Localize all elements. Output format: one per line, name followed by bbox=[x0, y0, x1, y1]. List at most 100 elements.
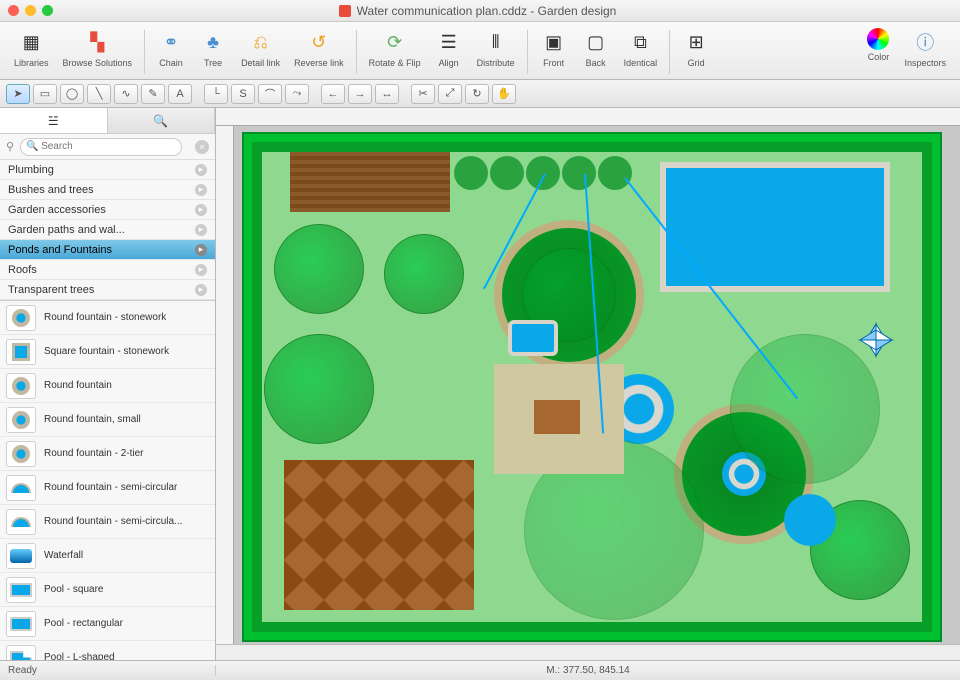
shape-preview-icon bbox=[6, 407, 36, 433]
eyedropper-tool[interactable]: ⤢ bbox=[438, 84, 462, 104]
arrow-both-tool[interactable]: ↔ bbox=[375, 84, 399, 104]
tree[interactable] bbox=[384, 234, 464, 314]
smart-connector[interactable]: ⤳ bbox=[285, 84, 309, 104]
shape-label: Round fountain - 2-tier bbox=[44, 448, 144, 459]
search-tab[interactable]: 🔍 bbox=[108, 108, 216, 133]
arrow-left-tool[interactable]: ← bbox=[321, 84, 345, 104]
shape-item[interactable]: Round fountain bbox=[0, 369, 215, 403]
minimize-button[interactable] bbox=[25, 5, 36, 16]
expand-icon: ▸ bbox=[195, 224, 207, 236]
category-label: Ponds and Fountains bbox=[8, 244, 112, 256]
shape-item[interactable]: Round fountain - semi-circular bbox=[0, 471, 215, 505]
libraries-button[interactable]: ▦ Libraries bbox=[8, 26, 55, 70]
canvas[interactable] bbox=[234, 126, 960, 644]
shape-label: Square fountain - stonework bbox=[44, 346, 169, 357]
shape-item[interactable]: Round fountain - semi-circula... bbox=[0, 505, 215, 539]
tree[interactable] bbox=[264, 334, 374, 444]
shape-label: Pool - rectangular bbox=[44, 618, 123, 629]
wooden-deck[interactable] bbox=[290, 152, 450, 212]
browse-solutions-button[interactable]: ▚ Browse Solutions bbox=[57, 26, 139, 70]
title-text: Water communication plan.cddz - Garden d… bbox=[357, 4, 617, 18]
identical-button[interactable]: ⧉ Identical bbox=[618, 26, 664, 70]
category-label: Transparent trees bbox=[8, 284, 94, 296]
shape-item[interactable]: Round fountain - 2-tier bbox=[0, 437, 215, 471]
category-item[interactable]: Garden paths and wal...▸ bbox=[0, 220, 215, 240]
zoom-button[interactable] bbox=[42, 5, 53, 16]
shape-item[interactable]: Round fountain, small bbox=[0, 403, 215, 437]
clear-search-button[interactable]: × bbox=[195, 140, 209, 154]
vertical-ruler[interactable] bbox=[216, 126, 234, 644]
separator bbox=[669, 30, 670, 74]
outdoor-table[interactable] bbox=[534, 400, 580, 434]
curve-tool[interactable]: ∿ bbox=[114, 84, 138, 104]
crop-tool[interactable]: ✂ bbox=[411, 84, 435, 104]
category-item[interactable]: Ponds and Fountains▸ bbox=[0, 240, 215, 260]
category-item[interactable]: Transparent trees ▸ bbox=[0, 280, 215, 300]
align-button[interactable]: ☰ Align bbox=[429, 26, 469, 70]
rotate-icon: ⟳ bbox=[381, 28, 409, 56]
library-panel: ☱ 🔍 ⚲ 🔍 × Plumbing▸Bushes and trees▸Gard… bbox=[0, 108, 216, 660]
search-row: ⚲ 🔍 × bbox=[0, 134, 215, 160]
patio[interactable] bbox=[494, 364, 624, 474]
front-button[interactable]: ▣ Front bbox=[534, 26, 574, 70]
category-label: Bushes and trees bbox=[8, 184, 94, 196]
search-icon: 🔍 bbox=[26, 141, 38, 152]
freehand-tool[interactable]: ✎ bbox=[141, 84, 165, 104]
rotate-tool[interactable]: ↻ bbox=[465, 84, 489, 104]
inspectors-button[interactable]: ⓘ Inspectors bbox=[898, 26, 952, 70]
color-button[interactable]: Color bbox=[860, 26, 896, 64]
arrow-right-tool[interactable]: → bbox=[348, 84, 372, 104]
drawing-toolbar: ➤ ▭ ◯ ╲ ∿ ✎ A └ S ⌒ ⤳ ← → ↔ ✂ ⤢ ↻ ✋ bbox=[0, 80, 960, 108]
connector-tool[interactable]: └ bbox=[204, 84, 228, 104]
tree[interactable] bbox=[274, 224, 364, 314]
back-button[interactable]: ▢ Back bbox=[576, 26, 616, 70]
expand-icon: ▸ bbox=[195, 284, 207, 296]
main-toolbar: ▦ Libraries ▚ Browse Solutions ⚭ Chain ♣… bbox=[0, 22, 960, 80]
distribute-icon: ⫴ bbox=[482, 28, 510, 56]
category-item[interactable]: Plumbing▸ bbox=[0, 160, 215, 180]
tree-button[interactable]: ♣ Tree bbox=[193, 26, 233, 70]
line-tool[interactable]: ╲ bbox=[87, 84, 111, 104]
pond[interactable] bbox=[780, 490, 840, 550]
grid-button[interactable]: ⊞ Grid bbox=[676, 26, 716, 70]
house-roof[interactable] bbox=[284, 460, 474, 610]
category-item[interactable]: Roofs▸ bbox=[0, 260, 215, 280]
arc-tool[interactable]: ⌒ bbox=[258, 84, 282, 104]
garden-plan[interactable] bbox=[242, 132, 942, 642]
horizontal-scrollbar[interactable] bbox=[216, 644, 960, 660]
close-button[interactable] bbox=[8, 5, 19, 16]
shape-label: Round fountain bbox=[44, 380, 112, 391]
spline-tool[interactable]: S bbox=[231, 84, 255, 104]
umbrella[interactable] bbox=[856, 320, 896, 360]
shape-preview-icon bbox=[6, 543, 36, 569]
search-input[interactable] bbox=[20, 138, 182, 156]
shape-item[interactable]: Pool - square bbox=[0, 573, 215, 607]
swimming-pool[interactable] bbox=[660, 162, 890, 292]
hand-tool[interactable]: ✋ bbox=[492, 84, 516, 104]
distribute-button[interactable]: ⫴ Distribute bbox=[471, 26, 521, 70]
shape-label: Pool - L-shaped bbox=[44, 652, 115, 660]
shape-item[interactable]: Square fountain - stonework bbox=[0, 335, 215, 369]
shape-item[interactable]: Pool - rectangular bbox=[0, 607, 215, 641]
category-item[interactable]: Bushes and trees▸ bbox=[0, 180, 215, 200]
pointer-tool[interactable]: ➤ bbox=[6, 84, 30, 104]
reverse-link-button[interactable]: ↺ Reverse link bbox=[288, 26, 350, 70]
main-area: ☱ 🔍 ⚲ 🔍 × Plumbing▸Bushes and trees▸Gard… bbox=[0, 108, 960, 660]
text-tool[interactable]: A bbox=[168, 84, 192, 104]
shape-item[interactable]: Round fountain - stonework bbox=[0, 301, 215, 335]
shape-item[interactable]: Pool - L-shaped bbox=[0, 641, 215, 660]
shapes-tab[interactable]: ☱ bbox=[0, 108, 108, 133]
canvas-area bbox=[216, 108, 960, 660]
small-pool[interactable] bbox=[508, 320, 558, 356]
detail-link-button[interactable]: ⎌ Detail link bbox=[235, 26, 286, 70]
ellipse-tool[interactable]: ◯ bbox=[60, 84, 84, 104]
category-label: Plumbing bbox=[8, 164, 54, 176]
chain-button[interactable]: ⚭ Chain bbox=[151, 26, 191, 70]
tree-icon: ♣ bbox=[199, 28, 227, 56]
filter-icon[interactable]: ⚲ bbox=[6, 140, 14, 153]
category-item[interactable]: Garden accessories▸ bbox=[0, 200, 215, 220]
rotate-flip-button[interactable]: ⟳ Rotate & Flip bbox=[363, 26, 427, 70]
shape-item[interactable]: Waterfall bbox=[0, 539, 215, 573]
rect-tool[interactable]: ▭ bbox=[33, 84, 57, 104]
horizontal-ruler[interactable] bbox=[216, 108, 960, 126]
